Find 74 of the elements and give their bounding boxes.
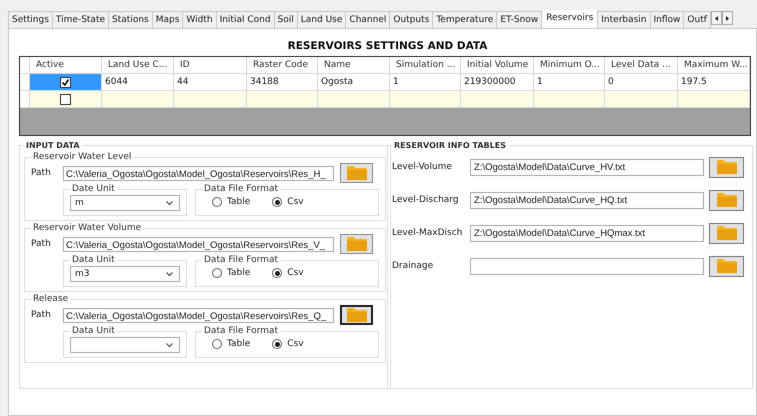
tab[interactable]: Outf bbox=[683, 11, 711, 28]
radio-label: Table bbox=[227, 268, 250, 278]
path-field[interactable]: C:\Valeria_Ogosta\Ogosta\Model_Ogosta\Reservoirs\Res_V_ bbox=[63, 236, 334, 252]
folder-icon bbox=[346, 308, 366, 322]
table-cell bbox=[318, 91, 390, 108]
folder-icon bbox=[716, 226, 736, 240]
folder-icon bbox=[716, 193, 736, 207]
group-title: Reservoir Water Level bbox=[32, 152, 132, 162]
table-cell[interactable] bbox=[30, 91, 102, 108]
scroll-left-button[interactable] bbox=[710, 11, 722, 25]
file-field[interactable]: Z:\Ogosta\Model\Data\Curve_HQ.txt bbox=[470, 192, 704, 208]
group-title: Release bbox=[32, 294, 70, 304]
radio-button[interactable] bbox=[212, 339, 222, 349]
radio-label: Table bbox=[227, 197, 250, 207]
file-field[interactable] bbox=[470, 258, 704, 274]
field-label: Path bbox=[31, 239, 52, 249]
folder-icon bbox=[346, 237, 366, 251]
group-title: Data File Format bbox=[203, 184, 279, 194]
field-label: Level-Volume bbox=[392, 162, 453, 172]
page-title: RESERVOIRS SETTINGS AND DATA bbox=[286, 39, 488, 54]
tab[interactable]: Reservoirs bbox=[541, 10, 598, 28]
radio-option[interactable]: Table bbox=[212, 197, 250, 207]
field-label: Path bbox=[31, 168, 52, 178]
radio-label: Csv bbox=[287, 268, 304, 278]
radio-option[interactable]: Csv bbox=[272, 339, 304, 349]
folder-icon bbox=[346, 166, 366, 180]
folder-icon bbox=[716, 259, 736, 273]
radio-option[interactable]: Table bbox=[212, 268, 250, 278]
table-cell bbox=[534, 91, 605, 108]
field-label: Drainage bbox=[392, 261, 434, 271]
chevron-down-icon bbox=[166, 272, 173, 276]
radio-label: Table bbox=[227, 339, 250, 349]
field-label: Level-MaxDisch bbox=[392, 228, 464, 238]
field-label: Path bbox=[31, 310, 52, 320]
file-field[interactable]: Z:\Ogosta\Model\Data\Curve_HQmax.txt bbox=[470, 224, 704, 242]
unit-dropdown[interactable]: m3 bbox=[70, 266, 180, 282]
section-title: RESERVOIR INFO TABLES bbox=[393, 141, 507, 150]
checkbox[interactable] bbox=[60, 94, 71, 104]
chevron-down-icon bbox=[166, 342, 173, 348]
group-title: Data File Format bbox=[203, 326, 279, 336]
radio-button[interactable] bbox=[272, 268, 282, 278]
radio-label: Csv bbox=[287, 197, 304, 207]
table-cell bbox=[247, 91, 318, 108]
radio-label: Csv bbox=[287, 339, 304, 349]
folder-icon bbox=[716, 160, 736, 174]
group-title: Reservoir Water Volume bbox=[32, 223, 142, 233]
path-field[interactable]: C:\Valeria_Ogosta\Ogosta\Model_Ogosta\Reservoirs\Res_H_ bbox=[63, 166, 334, 180]
table-cell bbox=[390, 91, 461, 108]
scroll-right-button[interactable] bbox=[722, 11, 733, 25]
path-field[interactable]: C:\Valeria_Ogosta\Ogosta\Model_Ogosta\Reservoirs\Res_Q_ bbox=[63, 308, 334, 322]
group-title: Data File Format bbox=[203, 255, 279, 265]
chevron-down-icon bbox=[166, 200, 173, 206]
table-cell[interactable] bbox=[30, 74, 102, 91]
field-label: Level-Discharg bbox=[392, 195, 460, 205]
radio-button[interactable] bbox=[212, 268, 222, 278]
file-field[interactable]: Z:\Ogosta\Model\Data\Curve_HV.txt bbox=[470, 158, 704, 176]
table-cell bbox=[102, 91, 174, 108]
radio-button[interactable] bbox=[272, 197, 282, 207]
section-title: INPUT DATA bbox=[25, 141, 81, 150]
group-title: Data Unit bbox=[71, 255, 116, 265]
tab[interactable]: Settings bbox=[8, 11, 53, 28]
radio-option[interactable]: Table bbox=[212, 339, 250, 349]
radio-button[interactable] bbox=[272, 339, 282, 349]
group-title: Data Unit bbox=[71, 326, 116, 336]
table-cell bbox=[678, 91, 750, 108]
browse-button[interactable] bbox=[340, 305, 373, 325]
checkbox[interactable] bbox=[60, 76, 71, 88]
radio-option[interactable]: Csv bbox=[272, 268, 304, 278]
triangle-right-icon bbox=[726, 16, 729, 20]
radio-button[interactable] bbox=[212, 197, 222, 207]
group-title: Date Unit bbox=[71, 184, 116, 194]
radio-option[interactable]: Csv bbox=[272, 197, 304, 207]
triangle-left-icon bbox=[714, 16, 718, 20]
unit-dropdown[interactable]: m bbox=[70, 195, 180, 211]
